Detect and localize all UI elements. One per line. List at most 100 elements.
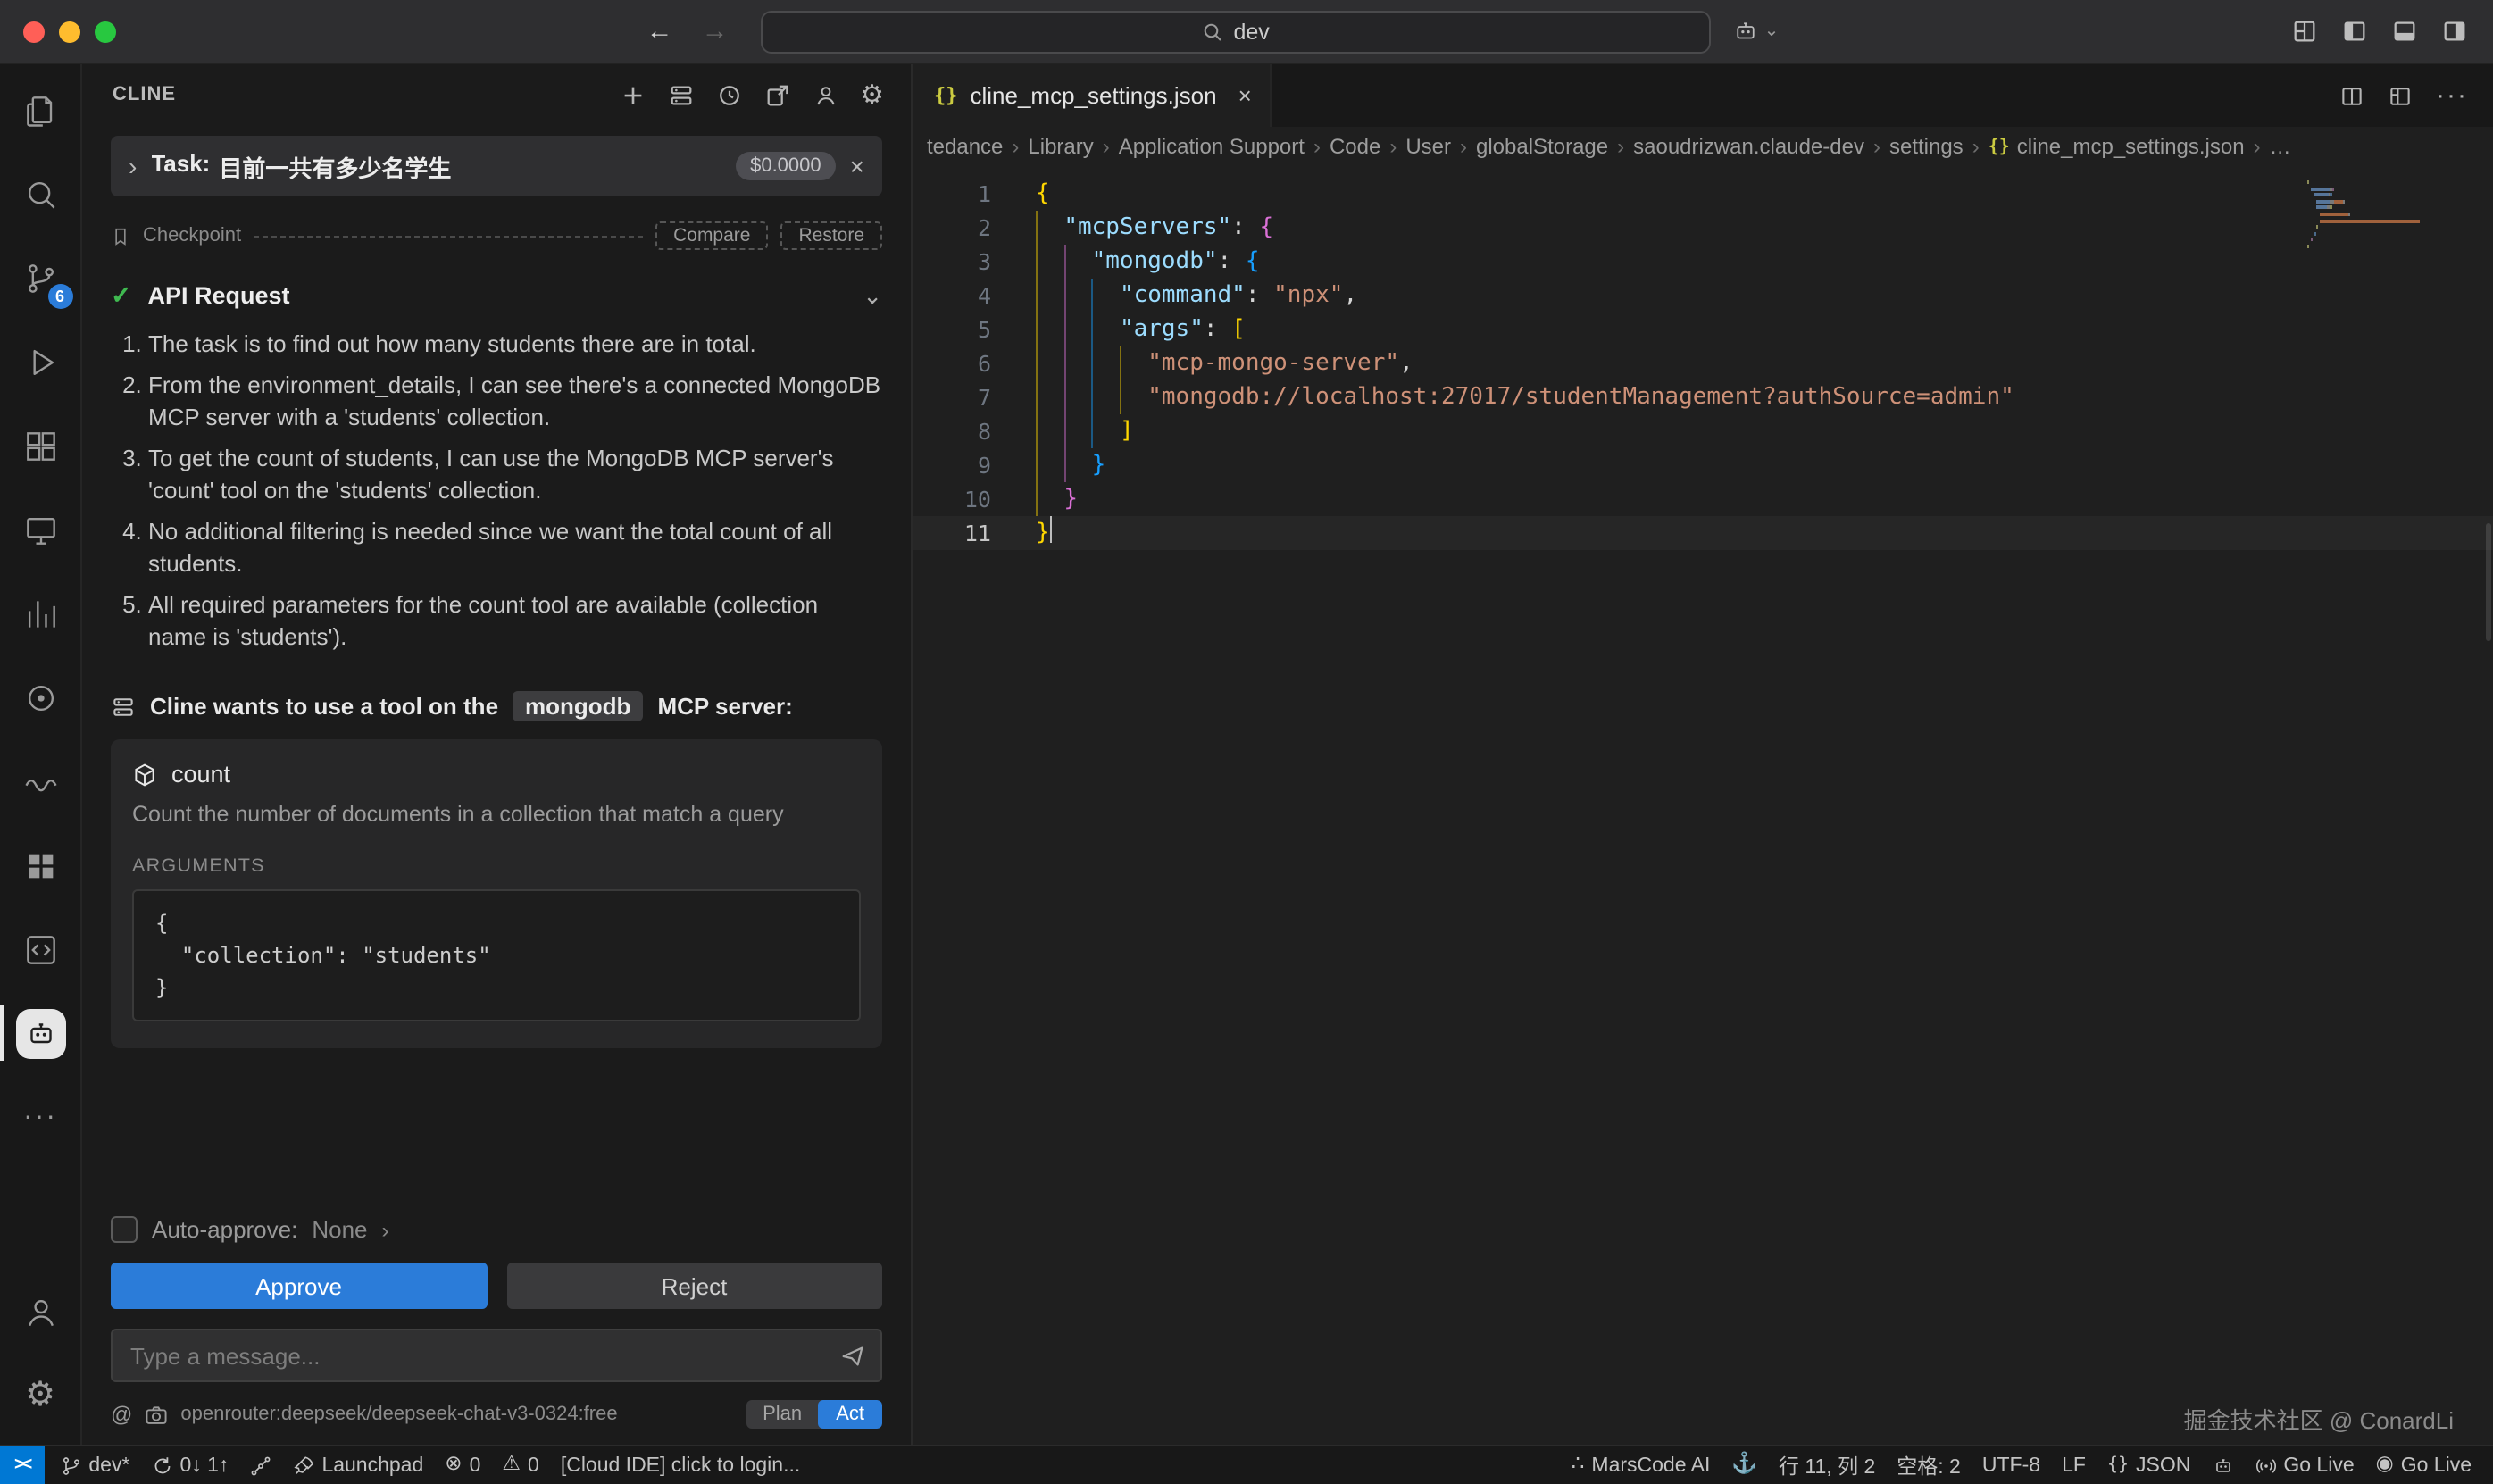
language-mode[interactable]: {}JSON	[2097, 1446, 2201, 1484]
code-line[interactable]: 2 "mcpServers": {	[913, 211, 2493, 245]
reject-button[interactable]: Reject	[506, 1263, 882, 1309]
copilot-menu[interactable]: ⌄	[1732, 18, 1780, 45]
toggle-sidebar-left-icon[interactable]	[2341, 18, 2368, 45]
minimap[interactable]	[2307, 180, 2464, 248]
message-input[interactable]	[111, 1329, 882, 1382]
marscode-ai[interactable]: ∴MarsCode AI	[1561, 1446, 1722, 1484]
close-task-icon[interactable]: ×	[850, 152, 864, 180]
activity-extension-chart[interactable]	[0, 571, 81, 655]
camera-icon[interactable]	[145, 1403, 168, 1426]
code-line[interactable]: 7 "mongodb://localhost:27017/studentMana…	[913, 380, 2493, 414]
breadcrumb-item[interactable]: tedance	[927, 134, 1003, 159]
act-mode-button[interactable]: Act	[818, 1400, 882, 1429]
activity-extension-grid[interactable]	[0, 823, 81, 907]
breadcrumb-separator: ›	[1873, 134, 1880, 159]
code-line[interactable]: 9 }	[913, 448, 2493, 482]
navigate-back-icon[interactable]: ←	[646, 16, 673, 46]
activity-run-debug[interactable]	[0, 320, 81, 404]
account-icon[interactable]	[812, 81, 838, 108]
activity-explorer[interactable]	[0, 68, 81, 152]
task-header[interactable]: › Task: 目前一共有多少名学生 $0.0000 ×	[111, 136, 882, 196]
git-graph[interactable]	[239, 1446, 282, 1484]
activity-extension-wave[interactable]	[0, 739, 81, 823]
problems-errors[interactable]: ⊗0	[434, 1446, 491, 1484]
toggle-panel-icon[interactable]	[2391, 18, 2418, 45]
breadcrumb-item[interactable]: settings	[1889, 134, 1964, 159]
activity-extension-codebox[interactable]	[0, 907, 81, 991]
open-in-editor-icon[interactable]	[763, 81, 790, 108]
eol[interactable]: LF	[2051, 1446, 2097, 1484]
activity-settings[interactable]: ⚙	[0, 1354, 81, 1438]
command-center-search[interactable]: dev	[761, 10, 1711, 53]
breadcrumb-item[interactable]: globalStorage	[1476, 134, 1608, 159]
activity-source-control[interactable]: 6	[0, 236, 81, 320]
toggle-sidebar-right-icon[interactable]	[2441, 18, 2468, 45]
activity-search[interactable]	[0, 152, 81, 236]
more-actions-icon[interactable]: ···	[2436, 80, 2468, 111]
code-line[interactable]: 6 "mcp-mongo-server",	[913, 346, 2493, 380]
model-id[interactable]: openrouter:deepseek/deepseek-chat-v3-032…	[180, 1404, 734, 1425]
code-line[interactable]: 4 "command": "npx",	[913, 279, 2493, 313]
mention-icon[interactable]: @	[111, 1402, 132, 1427]
new-task-icon[interactable]	[619, 81, 646, 108]
compare-button[interactable]: Compare	[655, 221, 768, 250]
code-line[interactable]: 11}	[913, 516, 2493, 550]
activity-extension-scan[interactable]	[0, 655, 81, 739]
go-live-broadcast[interactable]: Go Live	[2244, 1446, 2364, 1484]
maximize-window-button[interactable]	[95, 21, 116, 42]
navigate-forward-icon[interactable]: →	[702, 16, 729, 46]
code-lines: 1{2 "mcpServers": {3 "mongodb": {4 "comm…	[913, 166, 2493, 1445]
api-request-row[interactable]: ✓ API Request ⌄	[111, 280, 882, 311]
breadcrumb-item[interactable]: Library	[1028, 134, 1093, 159]
breadcrumb-item[interactable]: …	[2270, 134, 2291, 159]
activity-cline[interactable]	[0, 991, 81, 1075]
customize-layout-icon[interactable]	[2291, 18, 2318, 45]
problems-warnings[interactable]: ⚠0	[491, 1446, 549, 1484]
activity-more[interactable]: ···	[0, 1075, 81, 1159]
indentation[interactable]: 空格: 2	[1886, 1446, 1972, 1484]
activity-extensions[interactable]	[0, 404, 81, 488]
breadcrumb-separator: ›	[1617, 134, 1624, 159]
go-live[interactable]: ◉Go Live	[2365, 1446, 2482, 1484]
scrollbar-thumb[interactable]	[2486, 523, 2491, 641]
approve-button[interactable]: Approve	[111, 1263, 487, 1309]
auto-approve-checkbox[interactable]	[111, 1216, 138, 1243]
send-icon[interactable]	[839, 1343, 866, 1370]
settings-gear-icon[interactable]: ⚙	[860, 79, 884, 111]
breadcrumb-item[interactable]: Application Support	[1119, 134, 1305, 159]
breadcrumb-item[interactable]: {}cline_mcp_settings.json	[1989, 134, 2245, 159]
code-line[interactable]: 1{	[913, 177, 2493, 211]
editor-layout-icon[interactable]	[2388, 83, 2413, 108]
json-file-icon: {}	[934, 84, 958, 107]
auto-approve-row[interactable]: Auto-approve: None ›	[111, 1216, 882, 1243]
code-editor[interactable]: 1{2 "mcpServers": {3 "mongodb": {4 "comm…	[913, 166, 2493, 1445]
activity-remote-explorer[interactable]	[0, 488, 81, 571]
close-window-button[interactable]	[23, 21, 45, 42]
split-editor-icon[interactable]	[2339, 83, 2364, 108]
encoding[interactable]: UTF-8	[1972, 1446, 2051, 1484]
sync-changes[interactable]: 0↓ 1↑	[140, 1446, 239, 1484]
code-line[interactable]: 3 "mongodb": {	[913, 245, 2493, 279]
breadcrumb-item[interactable]: User	[1405, 134, 1451, 159]
launchpad[interactable]: Launchpad	[282, 1446, 434, 1484]
code-line[interactable]: 5 "args": [	[913, 313, 2493, 346]
anchor[interactable]: ⚓	[1721, 1446, 1768, 1484]
cursor-position[interactable]: 行 11, 列 2	[1768, 1446, 1886, 1484]
activity-account[interactable]	[0, 1270, 81, 1354]
restore-button[interactable]: Restore	[780, 221, 882, 250]
chevron-down-icon[interactable]: ⌄	[863, 281, 882, 310]
breadcrumb-item[interactable]: Code	[1330, 134, 1380, 159]
minimize-window-button[interactable]	[59, 21, 80, 42]
remote-indicator[interactable]: ><	[0, 1446, 44, 1484]
history-icon[interactable]	[715, 81, 742, 108]
breadcrumb-item[interactable]: saoudrizwan.claude-dev	[1633, 134, 1864, 159]
tab-cline-mcp-settings[interactable]: {} cline_mcp_settings.json ×	[913, 64, 1272, 127]
copilot-status[interactable]	[2201, 1446, 2244, 1484]
cloud-ide-login[interactable]: [Cloud IDE] click to login...	[550, 1446, 811, 1484]
mcp-servers-icon[interactable]	[667, 81, 694, 108]
close-tab-icon[interactable]: ×	[1238, 82, 1252, 109]
git-branch[interactable]: dev*	[49, 1446, 140, 1484]
code-line[interactable]: 10 }	[913, 482, 2493, 516]
code-line[interactable]: 8 ]	[913, 414, 2493, 448]
plan-mode-button[interactable]: Plan	[746, 1400, 818, 1429]
